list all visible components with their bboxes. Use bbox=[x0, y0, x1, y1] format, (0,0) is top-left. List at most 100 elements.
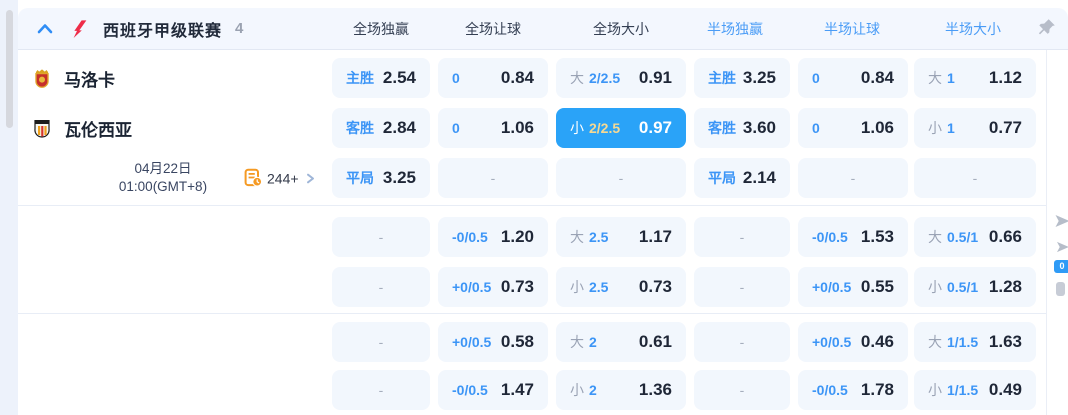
empty-odds-placeholder: - bbox=[378, 279, 384, 295]
league-header: 西班牙甲级联赛 4 全场独赢 全场让球 全场大小 半场独赢 半场让球 半场大小 bbox=[18, 8, 1068, 50]
odds-value: 0.97 bbox=[638, 118, 672, 137]
odds-cell-empty[interactable]: - bbox=[914, 158, 1036, 198]
collapse-chevron-up-icon[interactable] bbox=[34, 18, 56, 40]
odds-cell-over-under[interactable]: 大 1 1.12 bbox=[914, 58, 1036, 98]
league-title: 西班牙甲级联赛 bbox=[103, 22, 223, 40]
odds-cell-over-under[interactable]: 小 2.5 0.73 bbox=[556, 267, 686, 307]
more-markets-link[interactable]: 244+ bbox=[244, 168, 317, 188]
odds-value: 3.60 bbox=[742, 118, 776, 137]
odds-cell-empty[interactable]: - bbox=[694, 370, 790, 410]
match-datetime: 04月22日 01:00(GMT+8) bbox=[58, 160, 268, 196]
odds-cell-handicap[interactable]: -0/0.5 1.78 bbox=[798, 370, 908, 410]
odds-cell-handicap[interactable]: 0 0.84 bbox=[798, 58, 908, 98]
home-team-crest-icon bbox=[32, 67, 52, 89]
match-time: 01:00(GMT+8) bbox=[118, 179, 208, 194]
over-under-side-label: 大 bbox=[570, 70, 584, 86]
odds-value: 2.14 bbox=[742, 168, 776, 187]
odds-value: 0.55 bbox=[860, 277, 894, 296]
odds-cell-empty[interactable]: - bbox=[332, 322, 430, 362]
odds-value: 1.20 bbox=[500, 227, 534, 246]
float-blue-badge[interactable]: 0 bbox=[1054, 260, 1068, 273]
odds-cell-result[interactable]: 平局 3.25 bbox=[332, 158, 430, 198]
odds-cell-handicap[interactable]: +0/0.5 0.55 bbox=[798, 267, 908, 307]
odds-value: 0.77 bbox=[988, 118, 1022, 137]
odds-value: 0.84 bbox=[500, 68, 534, 87]
column-header-full-handicap: 全场让球 bbox=[465, 20, 521, 37]
odds-cell-result[interactable]: 主胜 3.25 bbox=[694, 58, 790, 98]
over-under-line: 1 bbox=[947, 120, 955, 136]
odds-cell-empty[interactable]: - bbox=[798, 158, 908, 198]
odds-cell-over-under[interactable]: 小 1/1.5 0.49 bbox=[914, 370, 1036, 410]
over-under-side-label: 小 bbox=[570, 279, 584, 295]
over-under-line: 2/2.5 bbox=[589, 120, 621, 136]
odds-cell-over-under[interactable]: 大 2.5 1.17 bbox=[556, 217, 686, 257]
empty-odds-placeholder: - bbox=[378, 334, 384, 350]
odds-cell-empty[interactable]: - bbox=[332, 370, 430, 410]
odds-cell-handicap[interactable]: +0/0.5 0.46 bbox=[798, 322, 908, 362]
result-label: 平局 bbox=[708, 170, 736, 186]
odds-cell-result[interactable]: 平局 2.14 bbox=[694, 158, 790, 198]
odds-cell-empty[interactable]: - bbox=[694, 322, 790, 362]
odds-cell-result[interactable]: 客胜 3.60 bbox=[694, 108, 790, 148]
column-header-full-over-under: 全场大小 bbox=[593, 20, 649, 37]
odds-cell-empty[interactable]: - bbox=[694, 267, 790, 307]
odds-value: 0.91 bbox=[638, 68, 672, 87]
odds-cell-over-under[interactable]: 小 1 0.77 bbox=[914, 108, 1036, 148]
odds-value: 1.12 bbox=[988, 68, 1022, 87]
odds-value: 2.84 bbox=[382, 118, 416, 137]
odds-value: 1.47 bbox=[500, 380, 534, 399]
odds-cell-result[interactable]: 主胜 2.54 bbox=[332, 58, 430, 98]
over-under-line: 0.5/1 bbox=[947, 229, 979, 245]
empty-odds-placeholder: - bbox=[739, 279, 745, 295]
odds-cell-handicap[interactable]: 0 1.06 bbox=[798, 108, 908, 148]
odds-value: 1.63 bbox=[988, 332, 1022, 351]
odds-cell-empty[interactable]: - bbox=[332, 267, 430, 307]
float-drag-handle[interactable] bbox=[1056, 282, 1065, 296]
over-under-line: 1 bbox=[947, 70, 955, 86]
odds-cell-handicap[interactable]: -0/0.5 1.20 bbox=[438, 217, 548, 257]
result-label: 客胜 bbox=[346, 120, 374, 136]
odds-cell-empty[interactable]: - bbox=[438, 158, 548, 198]
odds-value: 0.46 bbox=[860, 332, 894, 351]
odds-value: 0.66 bbox=[988, 227, 1022, 246]
home-team-row[interactable]: 马洛卡 bbox=[32, 58, 330, 98]
odds-cell-over-under[interactable]: 大 0.5/1 0.66 bbox=[914, 217, 1036, 257]
odds-cell-handicap[interactable]: -0/0.5 1.53 bbox=[798, 217, 908, 257]
handicap-label: -0/0.5 bbox=[812, 382, 848, 398]
handicap-label: 0 bbox=[812, 70, 820, 86]
odds-cell-over-under[interactable]: 大 2 0.61 bbox=[556, 322, 686, 362]
odds-cell-over-under[interactable]: 小 2/2.5 0.97 bbox=[556, 108, 686, 148]
odds-cell-over-under[interactable]: 小 2 1.36 bbox=[556, 370, 686, 410]
away-team-crest-icon bbox=[32, 117, 52, 139]
float-cursor-icon[interactable] bbox=[1056, 240, 1068, 258]
odds-cell-empty[interactable]: - bbox=[694, 217, 790, 257]
league-logo-icon bbox=[69, 18, 90, 40]
odds-value: 1.28 bbox=[988, 277, 1022, 296]
odds-cell-handicap[interactable]: 0 0.84 bbox=[438, 58, 548, 98]
away-team-row[interactable]: 瓦伦西亚 bbox=[32, 108, 330, 148]
column-header-half-1x2: 半场独赢 bbox=[707, 20, 763, 37]
page-scrollbar-track[interactable] bbox=[0, 0, 18, 415]
odds-cell-handicap[interactable]: +0/0.5 0.58 bbox=[438, 322, 548, 362]
odds-cell-handicap[interactable]: -0/0.5 1.47 bbox=[438, 370, 548, 410]
empty-odds-placeholder: - bbox=[378, 382, 384, 398]
match-meta-row: 04月22日 01:00(GMT+8) 244+ bbox=[18, 158, 332, 198]
odds-cell-handicap[interactable]: 0 1.06 bbox=[438, 108, 548, 148]
empty-odds-placeholder: - bbox=[618, 170, 624, 186]
over-under-line: 0.5/1 bbox=[947, 279, 979, 295]
over-under-side-label: 小 bbox=[928, 120, 942, 136]
handicap-label: +0/0.5 bbox=[812, 334, 852, 350]
pin-icon[interactable] bbox=[1036, 17, 1057, 43]
odds-cell-over-under[interactable]: 大 1/1.5 1.63 bbox=[914, 322, 1036, 362]
odds-cell-result[interactable]: 客胜 2.84 bbox=[332, 108, 430, 148]
odds-cell-over-under[interactable]: 小 0.5/1 1.28 bbox=[914, 267, 1036, 307]
odds-cell-empty[interactable]: - bbox=[332, 217, 430, 257]
float-send-icon[interactable] bbox=[1054, 214, 1068, 233]
odds-cell-handicap[interactable]: +0/0.5 0.73 bbox=[438, 267, 548, 307]
scrollbar-thumb[interactable] bbox=[6, 10, 13, 128]
odds-cell-over-under[interactable]: 大 2/2.5 0.91 bbox=[556, 58, 686, 98]
column-header-half-handicap: 半场让球 bbox=[824, 20, 880, 37]
handicap-label: 0 bbox=[452, 120, 460, 136]
handicap-label: -0/0.5 bbox=[452, 229, 488, 245]
odds-cell-empty[interactable]: - bbox=[556, 158, 686, 198]
